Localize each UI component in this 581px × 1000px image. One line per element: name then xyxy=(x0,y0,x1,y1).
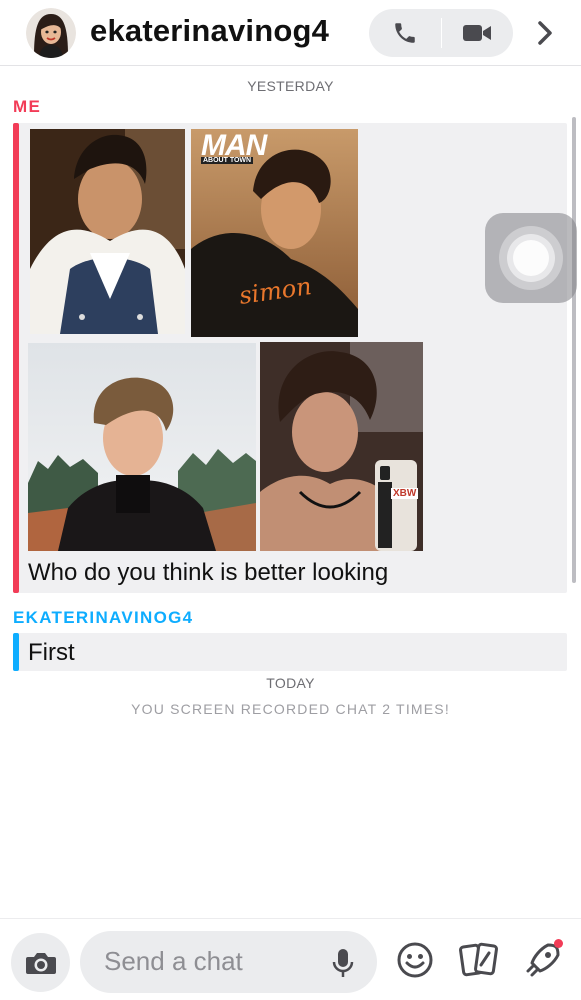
chat-input[interactable]: Send a chat xyxy=(80,931,377,993)
cards-button[interactable] xyxy=(459,940,499,980)
message-text: First xyxy=(28,639,75,666)
message-text: Who do you think is better looking xyxy=(28,559,389,586)
phone-icon xyxy=(395,23,415,43)
date-separator-today: TODAY xyxy=(266,675,315,691)
shared-photo[interactable] xyxy=(30,129,185,334)
screen-record-notice: YOU SCREEN RECORDED CHAT 2 TIMES! xyxy=(131,701,450,717)
date-separator-yesterday: YESTERDAY xyxy=(247,78,334,94)
camera-icon xyxy=(25,952,56,974)
magazine-subtitle: ABOUT TOWN xyxy=(201,157,254,164)
sender-label-other: EKATERINAVINOG4 xyxy=(13,608,194,627)
shared-photo[interactable]: XBW xyxy=(260,342,423,551)
notification-dot xyxy=(554,939,563,948)
sender-label-me: ME xyxy=(13,97,42,116)
bitmoji-button[interactable] xyxy=(395,940,435,980)
mic-icon[interactable] xyxy=(332,948,354,978)
chat-input-placeholder: Send a chat xyxy=(104,946,243,976)
chat-username[interactable]: ekaterinavinog4 xyxy=(90,13,329,49)
message-other[interactable]: First xyxy=(13,633,567,671)
chevron-right-button[interactable] xyxy=(530,18,560,48)
message-accent-bar xyxy=(13,633,19,671)
chat-header: ekaterinavinog4 xyxy=(0,0,581,66)
chat-input-bar: Send a chat xyxy=(0,918,581,1000)
chevron-right-icon xyxy=(538,21,552,45)
shared-photo[interactable] xyxy=(28,343,256,551)
smiley-icon xyxy=(397,942,433,978)
voice-call-button[interactable] xyxy=(369,9,441,57)
camera-button[interactable] xyxy=(11,933,70,992)
phone-case-text: XBW xyxy=(391,488,419,499)
video-call-button[interactable] xyxy=(441,9,513,57)
message-me[interactable]: MAN ABOUT TOWN simon XBW Who do you thin… xyxy=(13,123,567,593)
avatar[interactable] xyxy=(26,8,76,58)
video-icon xyxy=(463,25,491,41)
assistive-touch-button[interactable] xyxy=(485,213,577,303)
message-accent-bar xyxy=(13,123,19,593)
call-group xyxy=(369,9,513,57)
cards-icon xyxy=(459,942,498,977)
shared-photo[interactable]: MAN ABOUT TOWN simon xyxy=(191,129,358,337)
scrollbar[interactable] xyxy=(572,117,576,583)
